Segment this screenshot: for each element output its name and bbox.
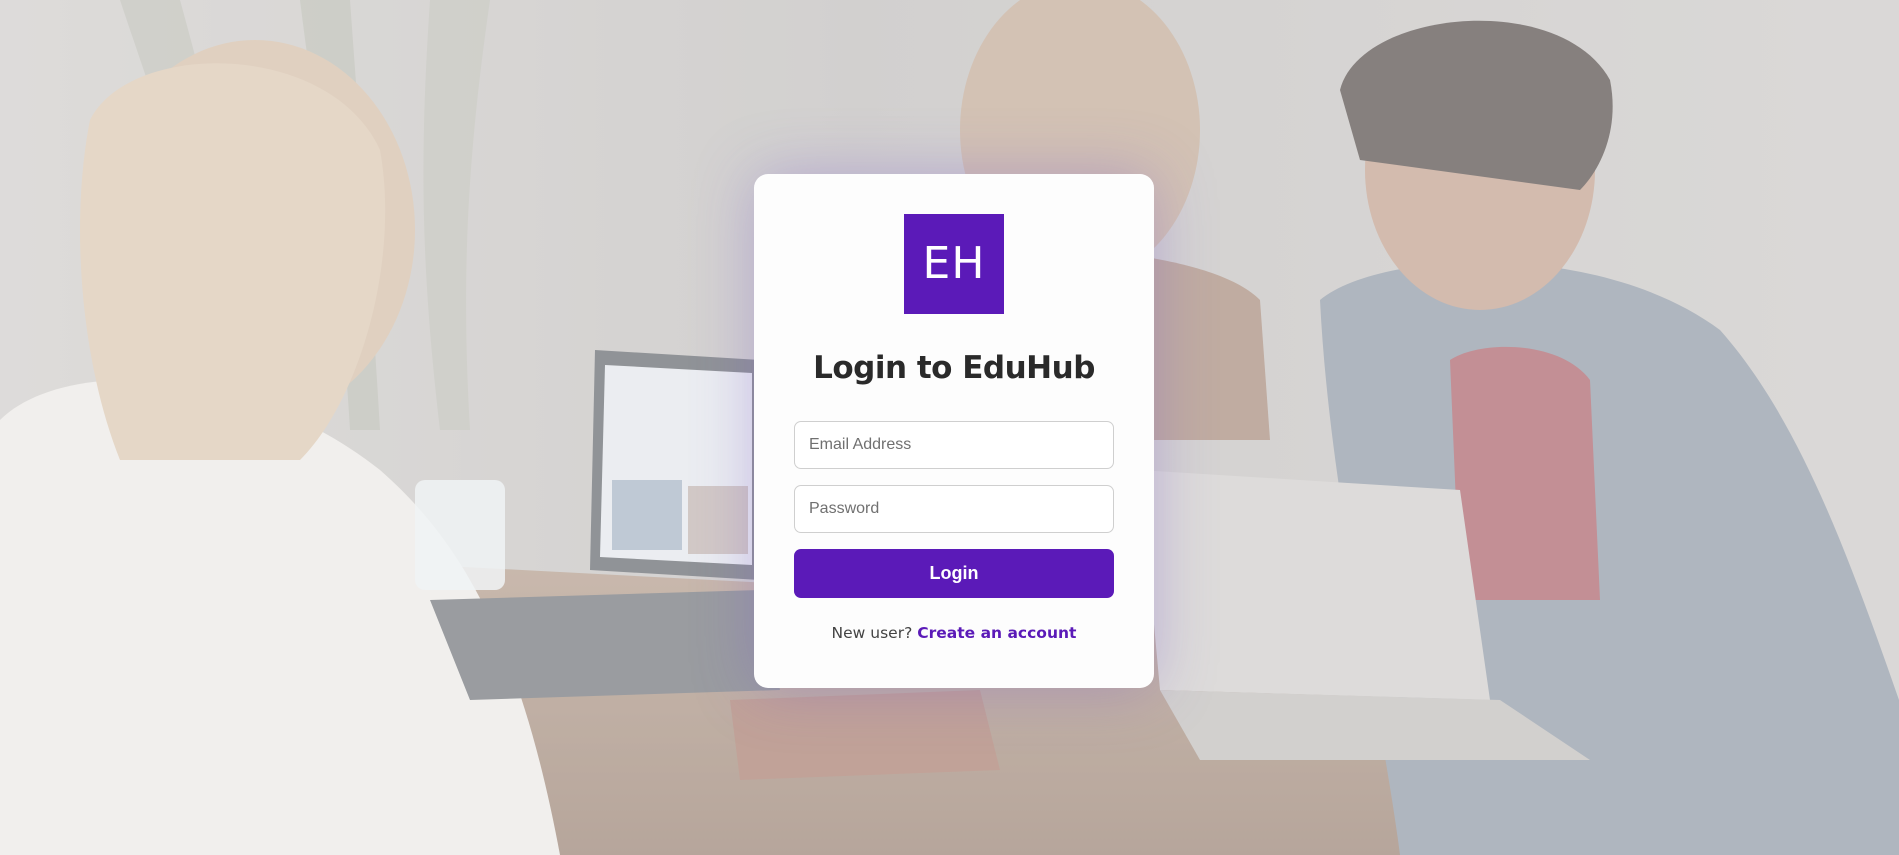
new-user-text: New user? bbox=[831, 624, 913, 642]
create-account-link[interactable]: Create an account bbox=[917, 624, 1076, 642]
signup-prompt: New user? Create an account bbox=[754, 624, 1154, 642]
password-field[interactable] bbox=[794, 485, 1114, 533]
login-page: EH Login to EduHub Login New user? Creat… bbox=[0, 0, 1899, 855]
login-button[interactable]: Login bbox=[794, 549, 1114, 598]
page-title: Login to EduHub bbox=[813, 350, 1095, 386]
login-card: EH Login to EduHub Login New user? Creat… bbox=[754, 174, 1154, 688]
eduhub-logo: EH bbox=[904, 214, 1004, 314]
email-field[interactable] bbox=[794, 421, 1114, 469]
